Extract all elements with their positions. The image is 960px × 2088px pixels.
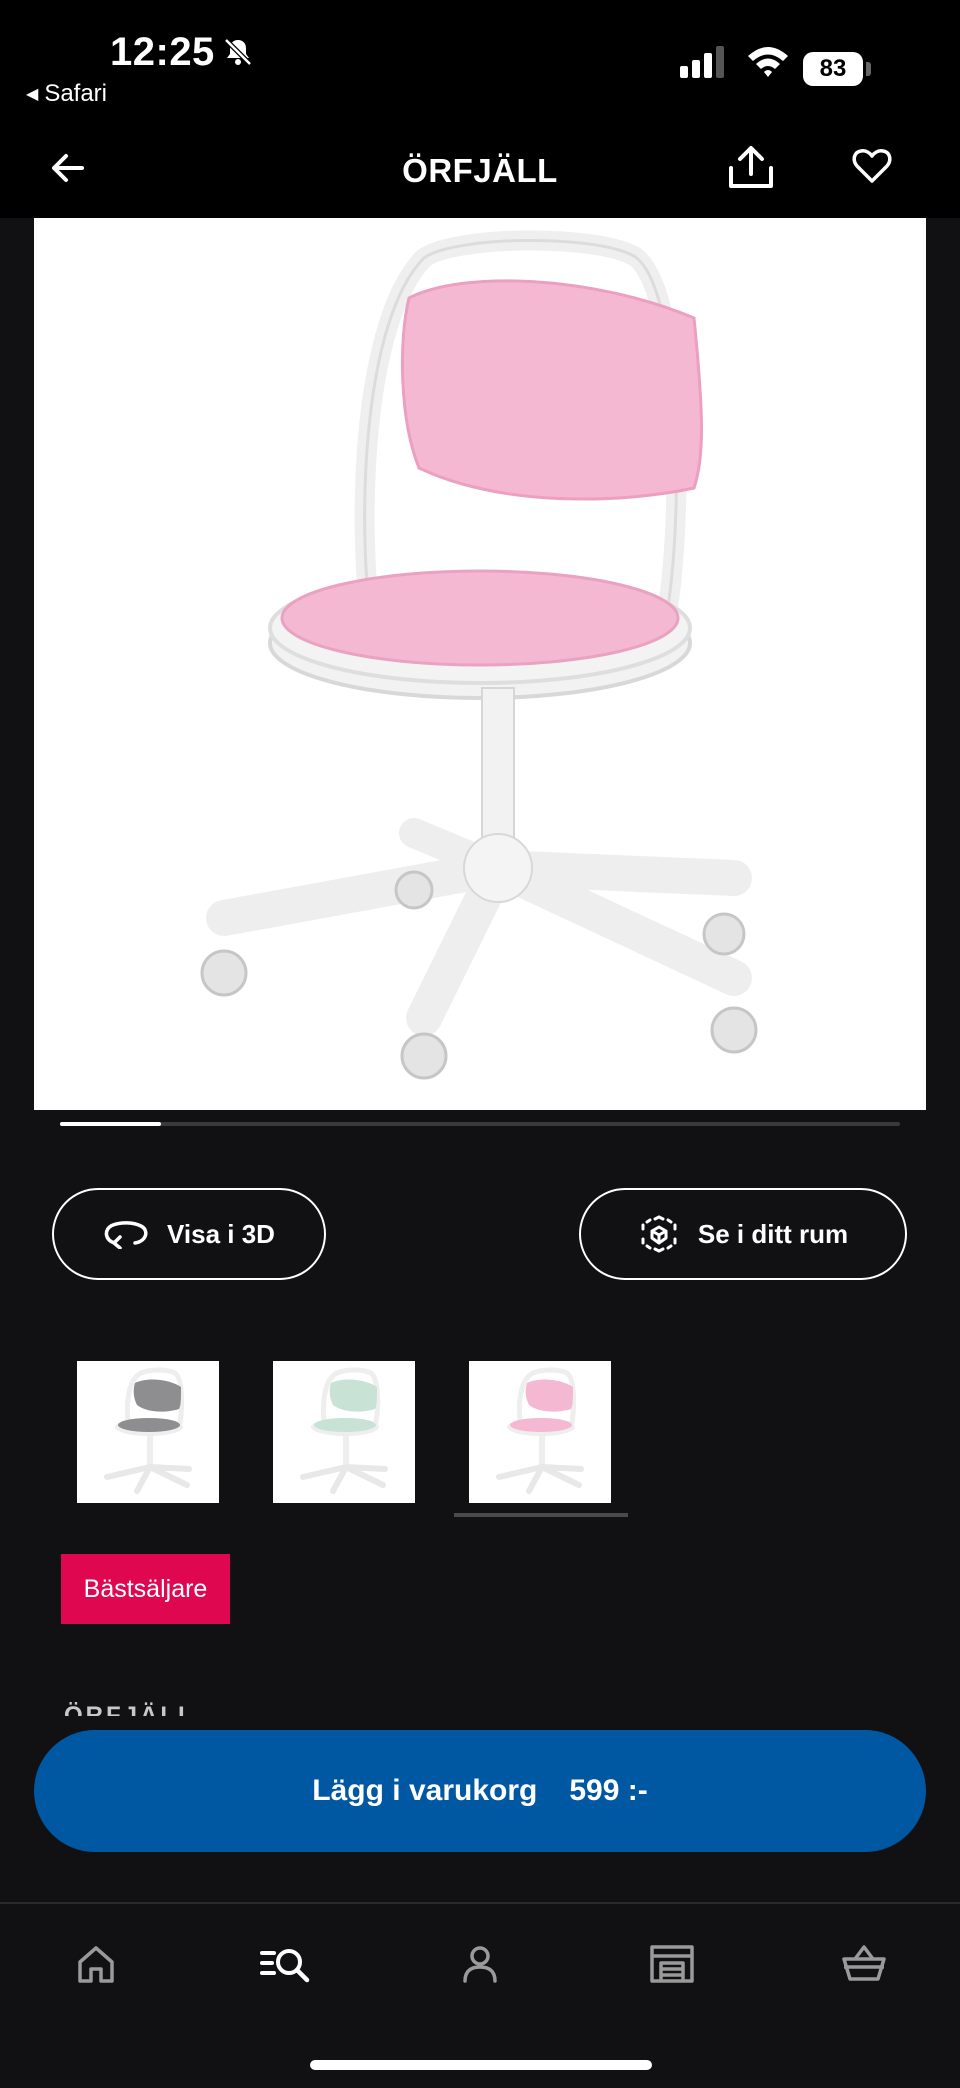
chair-thumb-green — [300, 1367, 388, 1494]
product-image[interactable] — [34, 218, 926, 1110]
tab-store[interactable] — [642, 1934, 702, 1994]
product-name-peek: ÖRFJÄLL — [64, 1702, 196, 1716]
ar-cube-icon — [641, 1215, 677, 1253]
bell-slash-icon — [224, 38, 252, 66]
chair-thumb-pink — [496, 1367, 584, 1494]
page-title: ÖRFJÄLL — [402, 152, 558, 189]
product-header: ÖRFJÄLL — [0, 118, 960, 218]
back-to-safari[interactable]: ◀ Safari — [26, 80, 107, 108]
bottom-tab-bar — [0, 1902, 960, 2088]
bestseller-badge: Bästsäljare — [61, 1554, 230, 1624]
selected-variant-indicator — [454, 1513, 628, 1517]
tab-search[interactable] — [256, 1934, 316, 1994]
search-icon — [260, 1949, 310, 1983]
status-time: 12:25 — [110, 30, 215, 74]
variant-thumbnail-green[interactable] — [273, 1361, 415, 1503]
chair-thumb-grey — [104, 1367, 192, 1494]
battery-icon: 83 — [803, 52, 863, 86]
gallery-progress-fill — [60, 1122, 161, 1126]
view-in-room-button[interactable]: Se i ditt rum — [579, 1188, 907, 1280]
variant-thumbnail-grey[interactable] — [77, 1361, 219, 1503]
tab-basket[interactable] — [834, 1934, 894, 1994]
wifi-icon — [748, 47, 788, 77]
view-3d-button[interactable]: Visa i 3D — [52, 1188, 326, 1280]
back-triangle-icon: ◀ — [26, 86, 39, 103]
basket-icon — [842, 1945, 886, 1981]
tab-profile[interactable] — [450, 1934, 510, 1994]
add-to-cart-label: Lägg i varukorg — [312, 1774, 538, 1807]
rotate-3d-icon — [104, 1221, 148, 1249]
view-3d-label: Visa i 3D — [167, 1218, 275, 1249]
status-bar: 12:25 ◀ Safari 83 — [0, 0, 960, 118]
price: 599 :- — [569, 1774, 648, 1807]
heart-icon[interactable] — [852, 148, 892, 184]
tab-home[interactable] — [66, 1934, 126, 1994]
signal-icon — [680, 46, 724, 78]
view-in-room-label: Se i ditt rum — [697, 1218, 849, 1249]
home-icon — [78, 1946, 114, 1983]
home-indicator — [310, 2060, 652, 2070]
add-to-cart-button[interactable]: Lägg i varukorg 599 :- — [34, 1730, 926, 1852]
store-icon — [650, 1945, 694, 1983]
profile-icon — [463, 1946, 497, 1983]
share-icon[interactable] — [726, 144, 776, 190]
battery-tip — [866, 62, 871, 76]
back-app-label: Safari — [44, 80, 108, 107]
variant-thumbnail-pink[interactable] — [469, 1361, 611, 1503]
gallery-progress — [60, 1122, 900, 1126]
chair-illustration — [200, 230, 758, 1080]
